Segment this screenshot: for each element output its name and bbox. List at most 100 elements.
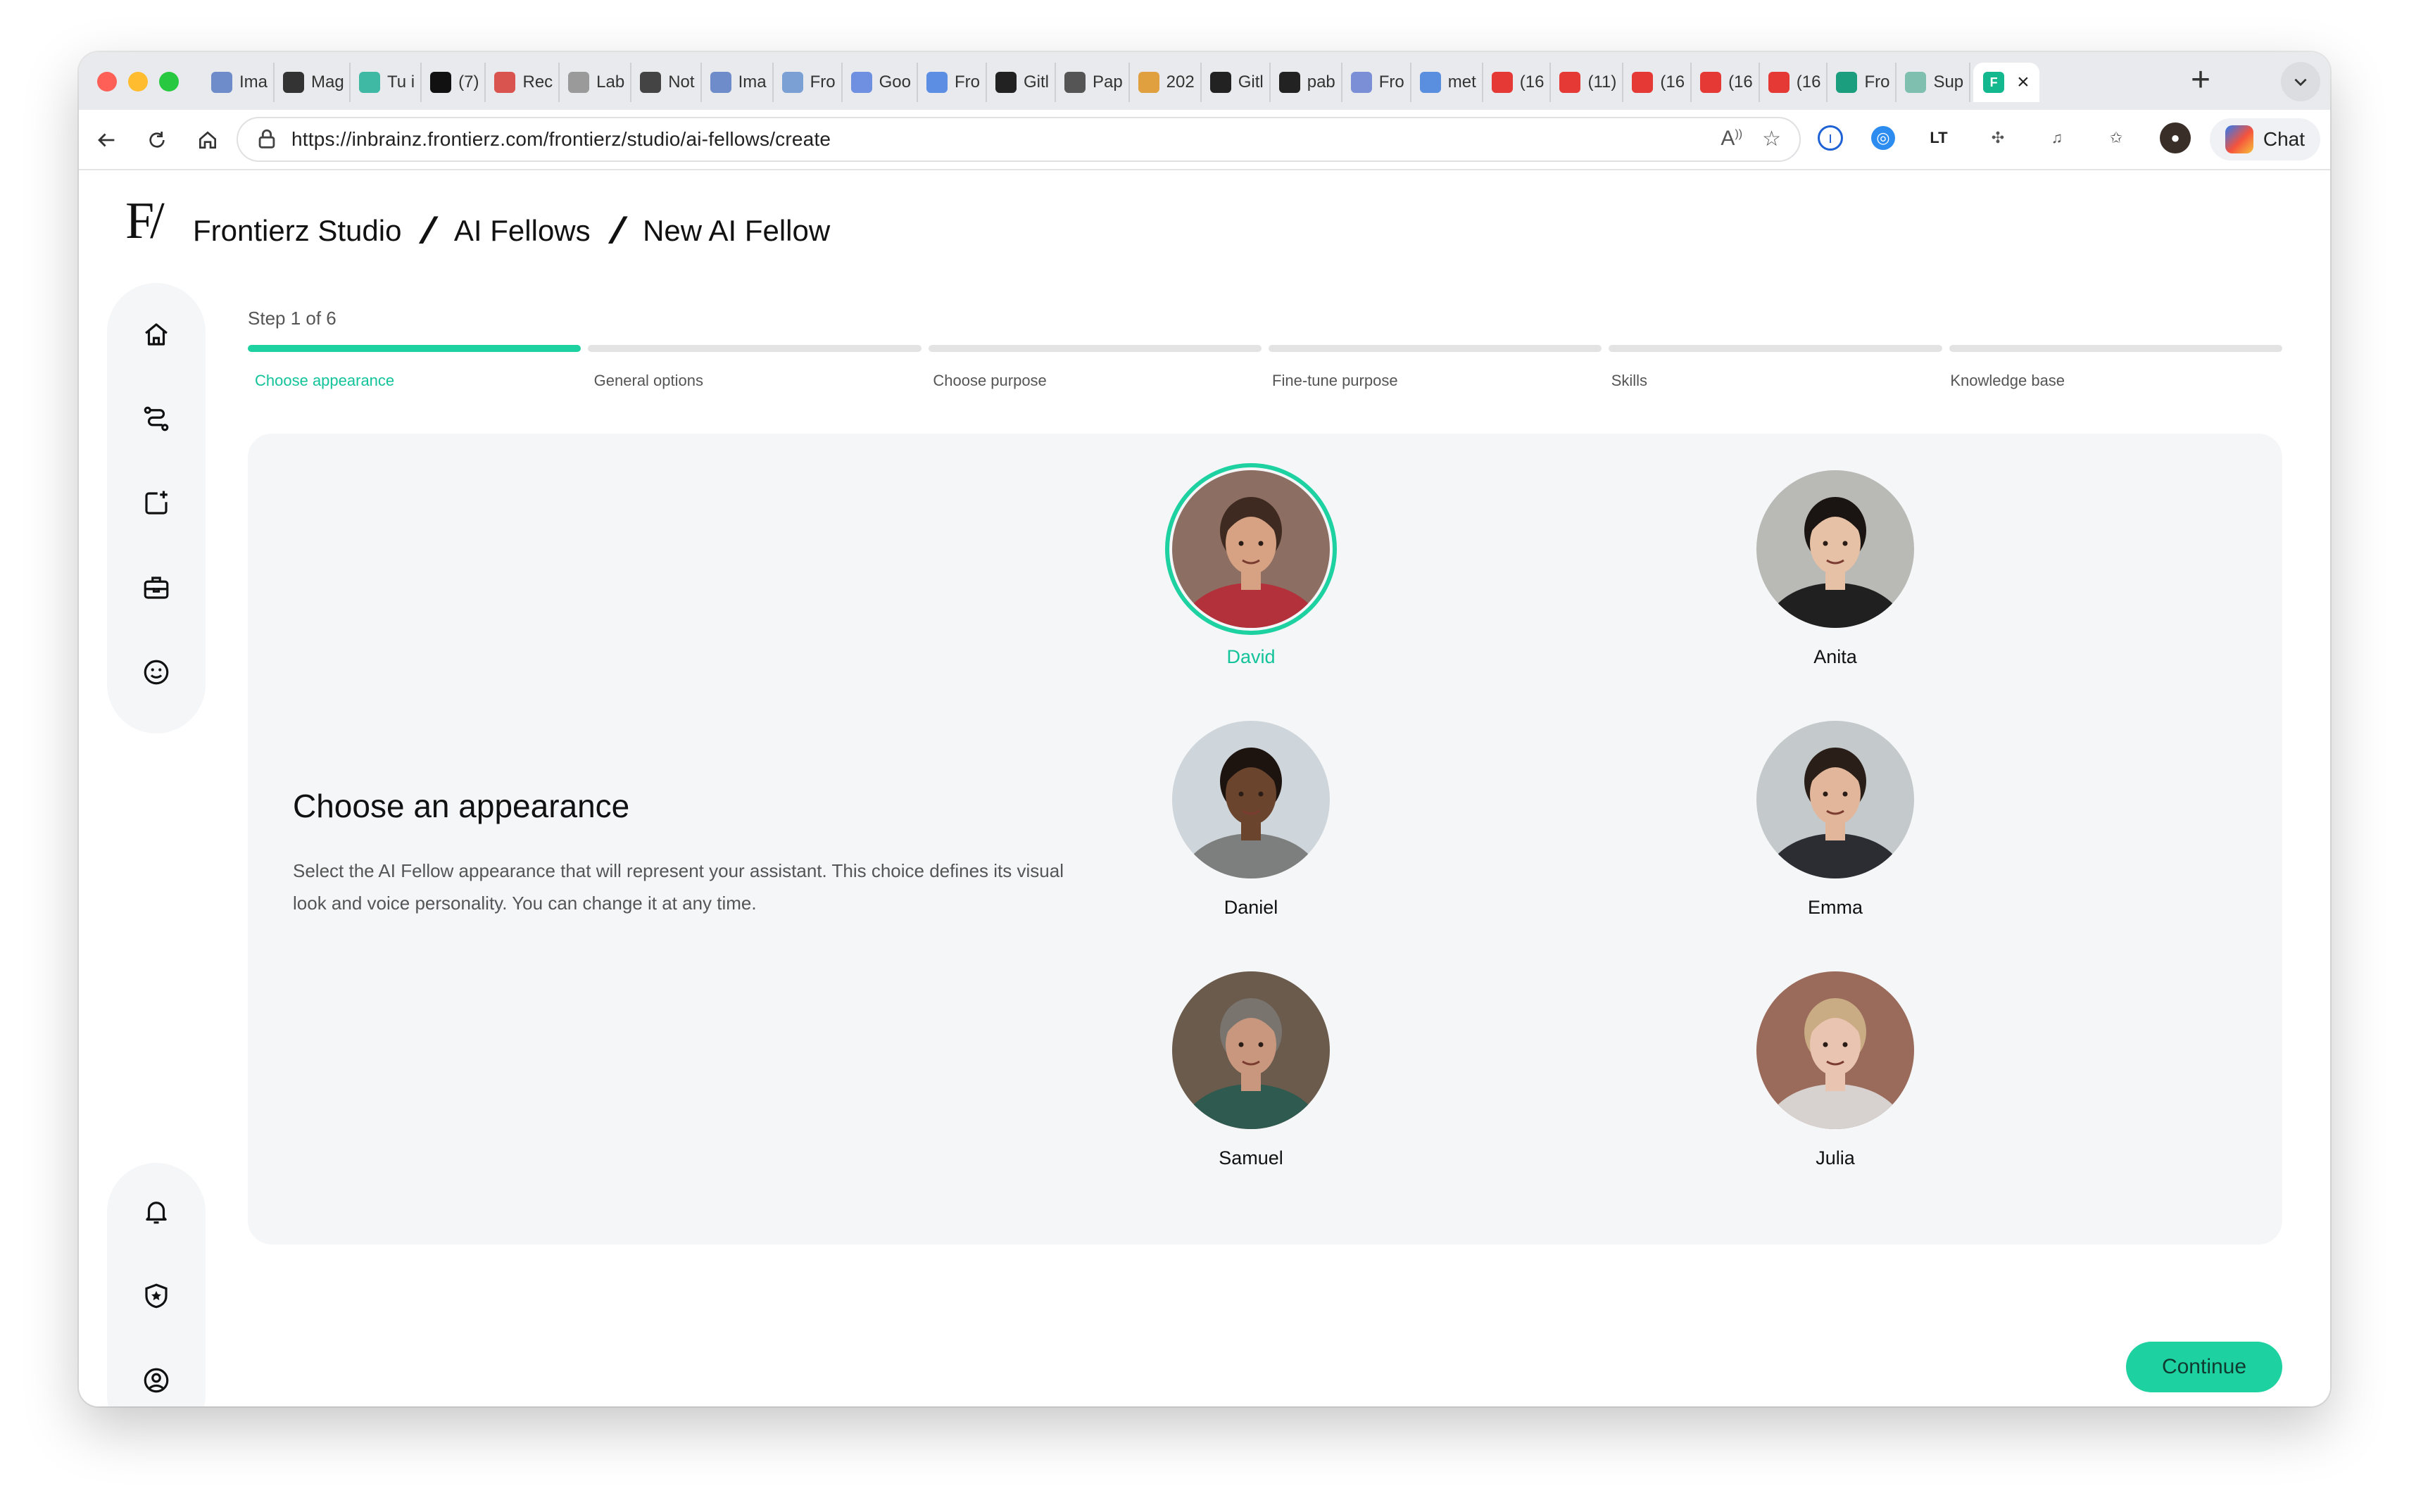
browser-tab[interactable]: (16 — [1694, 63, 1760, 102]
profile-avatar[interactable]: ● — [2160, 122, 2191, 153]
password-manager-icon[interactable]: ı — [1818, 125, 1843, 151]
browser-tab[interactable]: Fro — [1345, 63, 1411, 102]
reload-button[interactable] — [139, 122, 175, 158]
arrow-icon — [568, 72, 590, 93]
extension-blue-icon[interactable]: ◎ — [1871, 126, 1895, 150]
avatar-name: Emma — [1807, 897, 1863, 918]
avatar-option-anita[interactable]: Anita — [1730, 463, 1941, 674]
browser-tab[interactable]: Rec — [489, 63, 560, 102]
sidebar-item-security[interactable] — [139, 1278, 174, 1313]
route-icon — [144, 406, 169, 431]
read-aloud-icon[interactable]: A)) — [1721, 127, 1742, 151]
progress-segment — [248, 345, 581, 352]
sidebar-item-notifications[interactable] — [139, 1194, 174, 1229]
browser-toolbar: https://inbrainz.frontierz.com/frontierz… — [79, 110, 2330, 170]
browser-tab[interactable]: Fro — [921, 63, 987, 102]
breadcrumb-ai-fellows[interactable]: AI Fellows — [454, 214, 591, 248]
browser-tab[interactable]: (16 — [1486, 63, 1552, 102]
site-info-icon[interactable] — [255, 127, 279, 151]
wizard-step-label[interactable]: Choose appearance — [248, 372, 587, 390]
browser-tab[interactable]: (11) — [1554, 63, 1624, 102]
wizard-step-label[interactable]: Choose purpose — [926, 372, 1265, 390]
browser-tab[interactable]: Gitl — [1204, 63, 1271, 102]
avatar-option-daniel[interactable]: Daniel — [1145, 714, 1357, 925]
openai-icon — [640, 72, 662, 93]
browser-tab[interactable]: Tu i — [353, 63, 422, 102]
chart-icon — [1419, 72, 1441, 93]
browser-tab[interactable]: Ima — [705, 63, 774, 102]
wizard-step-label[interactable]: General options — [587, 372, 926, 390]
sidebar-item-fellows[interactable] — [139, 655, 174, 690]
tab-bar: Ima Mag Tu i (7) Rec Lab Not Ima Fro Goo Fro Gitl Pa… — [79, 52, 2330, 110]
browser-tab[interactable]: Fro — [1830, 63, 1897, 102]
browser-tab-active[interactable]: F × — [1973, 63, 2039, 102]
close-window-button[interactable] — [97, 72, 117, 92]
home-outline-icon — [199, 131, 216, 149]
avatar-option-samuel[interactable]: Samuel — [1145, 964, 1357, 1176]
tab-title: Fro — [1864, 73, 1890, 92]
extensions-puzzle-icon[interactable]: ✣ — [1982, 122, 2013, 153]
browser-tab[interactable]: Goo — [845, 63, 918, 102]
browser-tab[interactable]: 202 — [1133, 63, 1202, 102]
tab-title: (16 — [1660, 73, 1685, 92]
wizard-step-label[interactable]: Fine-tune purpose — [1265, 372, 1604, 390]
sidebar-item-account[interactable] — [139, 1363, 174, 1398]
tab-title: (16 — [1796, 73, 1821, 92]
tab-actions-menu[interactable] — [2281, 62, 2320, 101]
tab-title: Tu i — [387, 73, 415, 92]
sidebar-item-home[interactable] — [139, 317, 174, 352]
avatar-ring — [1749, 714, 1921, 886]
browser-tab[interactable]: Fro — [776, 63, 843, 102]
frontierz-logo[interactable]: F/ — [125, 191, 165, 251]
browser-tab[interactable]: Ima — [206, 63, 275, 102]
avatar-option-emma[interactable]: Emma — [1730, 714, 1941, 925]
favorites-list-icon[interactable]: ✩ — [2101, 122, 2132, 153]
browser-tab[interactable]: met — [1414, 63, 1483, 102]
breadcrumb-studio[interactable]: Frontierz Studio — [193, 214, 401, 248]
home-button[interactable] — [190, 122, 225, 158]
browser-tab[interactable]: Gitl — [990, 63, 1056, 102]
back-button[interactable] — [89, 122, 124, 158]
wizard-step-label[interactable]: Knowledge base — [1943, 372, 2282, 390]
language-tool-icon[interactable]: LT — [1923, 122, 1954, 153]
sidebar-item-create[interactable] — [139, 486, 174, 521]
avatar-option-julia[interactable]: Julia — [1730, 964, 1941, 1176]
tab-title: (11) — [1587, 73, 1617, 92]
media-control-icon[interactable]: ♫ — [2042, 122, 2073, 153]
tab-title: Gitl — [1238, 73, 1264, 92]
avatar-option-david[interactable]: David — [1145, 463, 1357, 674]
browser-tab[interactable]: (16 — [1763, 63, 1828, 102]
browser-tab[interactable]: (7) — [424, 63, 486, 102]
browser-tab[interactable]: Pap — [1059, 63, 1130, 102]
window-controls — [97, 72, 179, 92]
step-indicator: Step 1 of 6 — [248, 308, 336, 329]
wizard-step-label[interactable]: Skills — [1604, 372, 1944, 390]
browser-tab[interactable]: Mag — [277, 63, 351, 102]
continue-button[interactable]: Continue — [2126, 1342, 2282, 1392]
browser-tab[interactable]: (16 — [1626, 63, 1692, 102]
frontierz-icon — [1836, 72, 1858, 93]
wizard-progress-bar — [248, 345, 2282, 352]
copilot-chat-button[interactable]: Chat — [2209, 118, 2320, 160]
tab-title: Sup — [1933, 73, 1964, 92]
tab-title: 202 — [1166, 73, 1195, 92]
favorite-star-icon[interactable]: ☆ — [1762, 127, 1781, 151]
browser-tab[interactable]: Sup — [1899, 63, 1971, 102]
tab-title: (16 — [1728, 73, 1753, 92]
new-tab-button[interactable]: + — [2191, 62, 2210, 99]
sidebar-item-flows[interactable] — [139, 401, 174, 436]
zoom-window-button[interactable] — [159, 72, 179, 92]
github-icon — [995, 72, 1017, 93]
minimize-window-button[interactable] — [128, 72, 148, 92]
browser-tab[interactable]: Not — [634, 63, 702, 102]
address-bar[interactable]: https://inbrainz.frontierz.com/frontierz… — [237, 117, 1801, 162]
browser-window: Ima Mag Tu i (7) Rec Lab Not Ima Fro Goo Fro Gitl Pa… — [79, 52, 2330, 1406]
sidebar-item-toolkit[interactable] — [139, 570, 174, 605]
avatar-name: Samuel — [1219, 1147, 1283, 1168]
tab-title: (7) — [458, 73, 479, 92]
github-icon — [1278, 72, 1300, 93]
browser-tab[interactable]: Lab — [562, 63, 632, 102]
close-tab-icon[interactable]: × — [2017, 70, 2030, 94]
youtube-icon — [1768, 72, 1790, 93]
browser-tab[interactable]: pab — [1273, 63, 1342, 102]
